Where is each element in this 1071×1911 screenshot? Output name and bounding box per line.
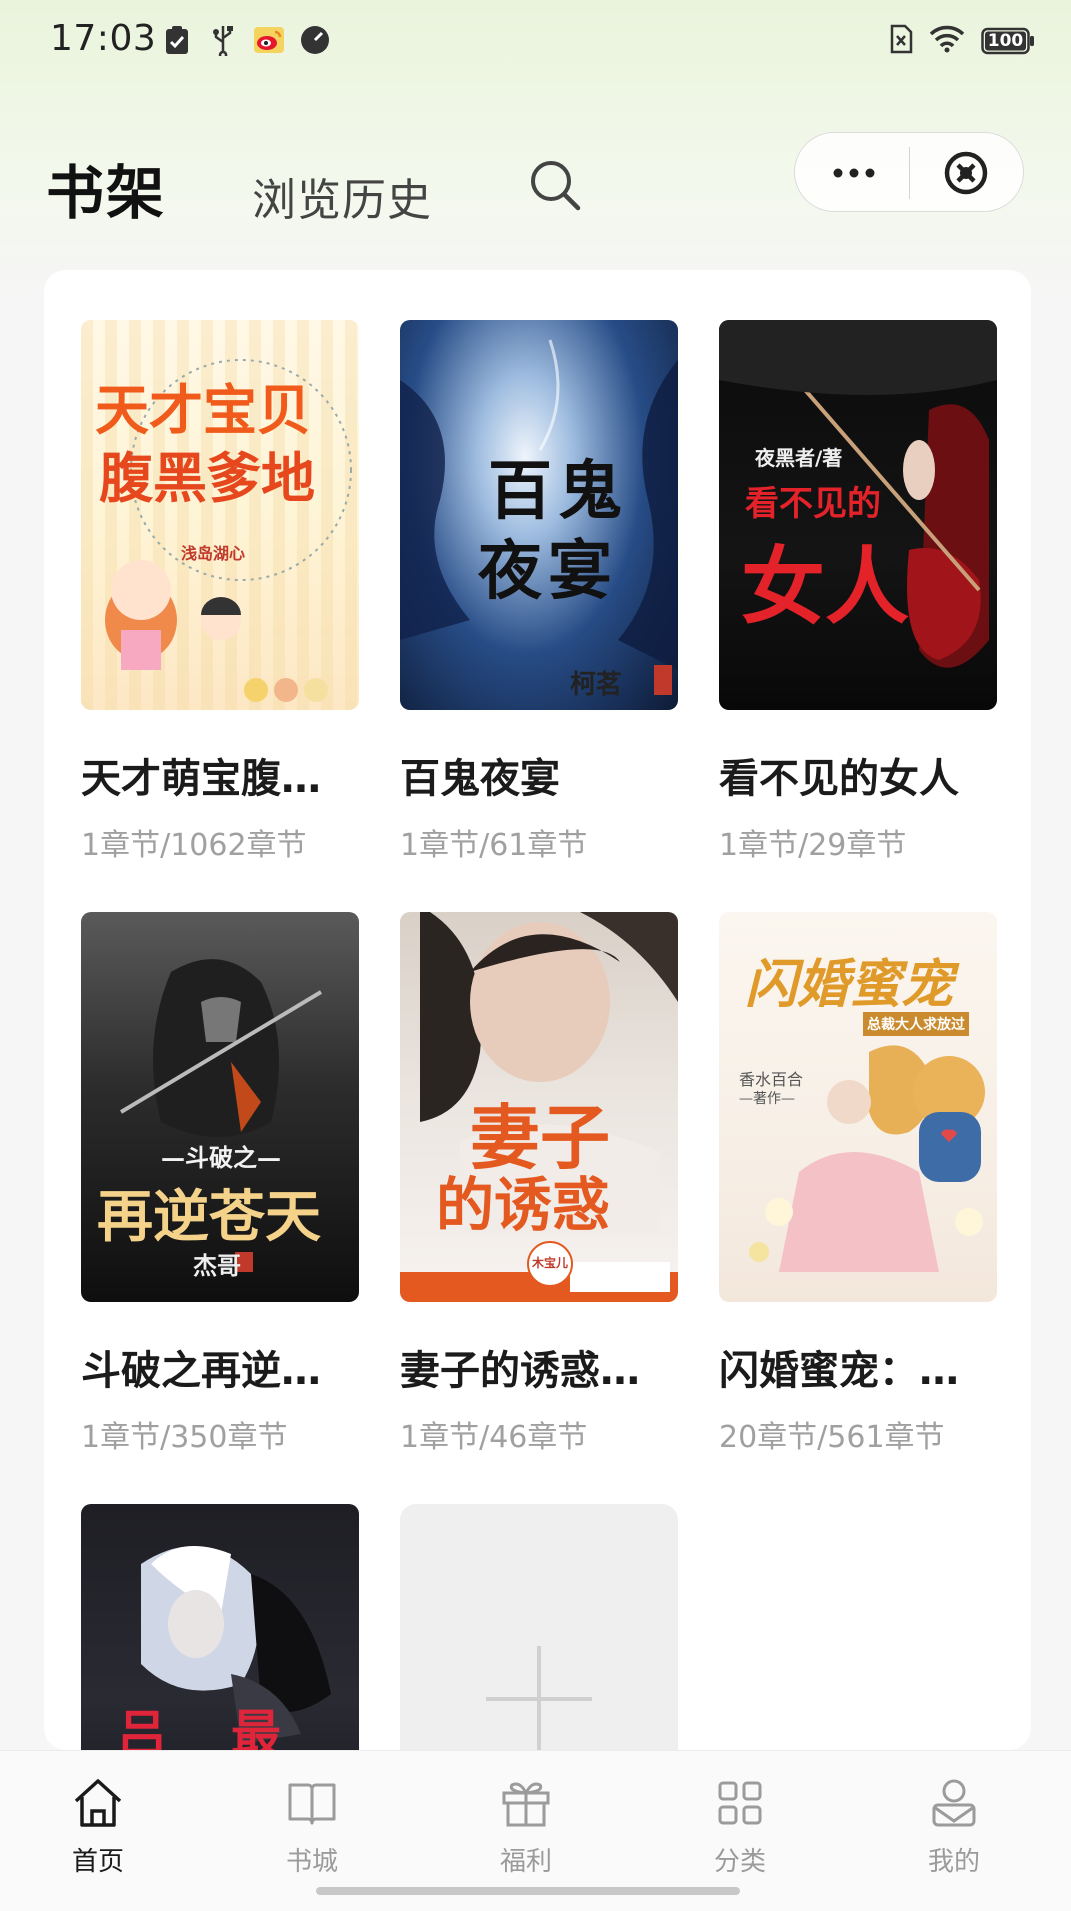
book-cover[interactable]: 百鬼 夜宴 柯茗 — [400, 320, 678, 710]
book-item[interactable]: 天才宝贝 腹黑爹地 浅岛湖心 天才萌宝腹… 1章节/1062章节 — [81, 320, 359, 864]
book-open-icon — [282, 1773, 342, 1833]
nav-item-bookstore[interactable]: 书城 — [252, 1773, 372, 1878]
close-icon[interactable] — [921, 143, 1011, 203]
cover-title: 再逆苍天 — [97, 1184, 321, 1250]
status-bar: 17:03 100 — [0, 0, 1071, 88]
search-icon[interactable] — [526, 156, 586, 216]
grid-icon — [710, 1773, 770, 1833]
cover-author: 浅岛湖心 — [181, 544, 246, 563]
cover-title-2: 的诱惑 — [436, 1171, 611, 1239]
sim-icon — [889, 24, 913, 58]
battery-level: 100 — [987, 31, 1024, 51]
weibo-icon — [254, 24, 284, 56]
book-title[interactable]: 妻子的诱惑… — [400, 1338, 678, 1396]
status-time: 17:03 — [50, 18, 157, 59]
more-icon[interactable] — [809, 143, 899, 203]
wifi-icon — [929, 25, 965, 57]
book-progress: 1章节/61章节 — [400, 828, 588, 863]
status-icons-left — [162, 24, 330, 56]
book-title[interactable]: 百鬼夜宴 — [400, 746, 678, 804]
cover-author: 香水百合 — [739, 1070, 804, 1089]
cover-author: 夜黑者/著 — [755, 446, 843, 470]
clipboard-icon — [162, 24, 192, 56]
mini-program-capsule — [794, 132, 1024, 212]
tab-history[interactable]: 浏览历史 — [252, 164, 432, 228]
book-title[interactable]: 看不见的女人 — [719, 746, 997, 804]
gift-icon — [496, 1773, 556, 1833]
battery-icon: 100 — [981, 27, 1035, 55]
book-cover[interactable]: —斗破之— 再逆苍天 杰哥 — [81, 912, 359, 1302]
cover-author: 木宝儿 — [532, 1256, 569, 1270]
cover-title-1: 百鬼 — [488, 454, 628, 529]
book-item[interactable]: —斗破之— 再逆苍天 杰哥 斗破之再逆… 1章节/350章节 — [81, 912, 359, 1456]
book-cover[interactable]: 夜黑者/著 看不见的 女人 — [719, 320, 997, 710]
book-item[interactable]: 妻子 的诱惑 木宝儿 妻子的诱惑… 1章节/46章节 — [400, 912, 678, 1456]
cover-title-1: 看不见的 — [745, 484, 881, 524]
bottom-nav: 首页 书城 福利 分类 我的 — [0, 1750, 1071, 1911]
book-item[interactable]: 百鬼 夜宴 柯茗 百鬼夜宴 1章节/61章节 — [400, 320, 678, 864]
nav-item-profile[interactable]: 我的 — [894, 1773, 1014, 1878]
book-cover[interactable]: 妻子 的诱惑 木宝儿 — [400, 912, 678, 1302]
book-title[interactable]: 闪婚蜜宠：… — [719, 1338, 997, 1396]
cover-title-2: 最 — [231, 1704, 281, 1750]
book-cover[interactable]: 天才宝贝 腹黑爹地 浅岛湖心 — [81, 320, 359, 710]
nav-label: 我的 — [927, 1847, 980, 1877]
plus-icon — [486, 1646, 592, 1750]
nav-item-home[interactable]: 首页 — [38, 1773, 158, 1878]
capsule-divider — [909, 147, 910, 199]
cover-title-1: 吕 — [117, 1704, 167, 1750]
bookshelf-grid: 天才宝贝 腹黑爹地 浅岛湖心 天才萌宝腹… 1章节/1062章节 百鬼 夜宴 柯… — [44, 270, 1031, 1750]
header: 书架 浏览历史 — [0, 120, 1071, 227]
cover-author: 杰哥 — [193, 1251, 241, 1280]
book-item[interactable]: 闪婚蜜宠 总裁大人求放过 香水百合 —著作— 闪婚蜜宠：… 20章节/561章节 — [719, 912, 997, 1456]
cover-author: 柯茗 — [570, 670, 623, 700]
usb-icon — [208, 24, 238, 56]
add-book-button[interactable] — [400, 1504, 678, 1750]
tab-shelf[interactable]: 书架 — [46, 146, 166, 230]
nav-label: 首页 — [71, 1847, 124, 1877]
cover-title: 闪婚蜜宠 — [745, 954, 954, 1015]
nav-label: 分类 — [713, 1847, 766, 1877]
home-indicator[interactable] — [316, 1887, 740, 1895]
user-icon — [924, 1773, 984, 1833]
book-progress: 1章节/1062章节 — [81, 828, 307, 863]
book-cover[interactable]: 吕 最 — [81, 1504, 359, 1750]
book-item[interactable]: 夜黑者/著 看不见的 女人 看不见的女人 1章节/29章节 — [719, 320, 997, 864]
cover-author-note: —著作— — [739, 1091, 795, 1107]
cover-title-2: 女人 — [741, 537, 910, 636]
book-progress: 1章节/350章节 — [81, 1420, 288, 1455]
cover-title-2: 腹黑爹地 — [99, 446, 315, 510]
cover-title-2: 夜宴 — [478, 534, 618, 609]
nav-item-category[interactable]: 分类 — [680, 1773, 800, 1878]
nav-label: 福利 — [499, 1847, 552, 1877]
book-item[interactable]: 吕 最 — [81, 1504, 359, 1750]
nav-item-benefits[interactable]: 福利 — [466, 1773, 586, 1878]
nav-label: 书城 — [285, 1847, 338, 1877]
status-icons-right: 100 — [889, 24, 1035, 58]
cover-subtitle: 总裁大人求放过 — [863, 1012, 969, 1036]
speed-icon — [300, 24, 330, 56]
add-book-item[interactable] — [400, 1504, 678, 1750]
book-progress: 1章节/46章节 — [400, 1420, 588, 1455]
home-icon — [68, 1773, 128, 1833]
cover-subtitle: —斗破之— — [161, 1143, 281, 1172]
book-cover[interactable]: 闪婚蜜宠 总裁大人求放过 香水百合 —著作— — [719, 912, 997, 1302]
book-progress: 20章节/561章节 — [719, 1420, 945, 1455]
book-title[interactable]: 天才萌宝腹… — [81, 746, 359, 804]
book-progress: 1章节/29章节 — [719, 828, 907, 863]
book-title[interactable]: 斗破之再逆… — [81, 1338, 359, 1396]
